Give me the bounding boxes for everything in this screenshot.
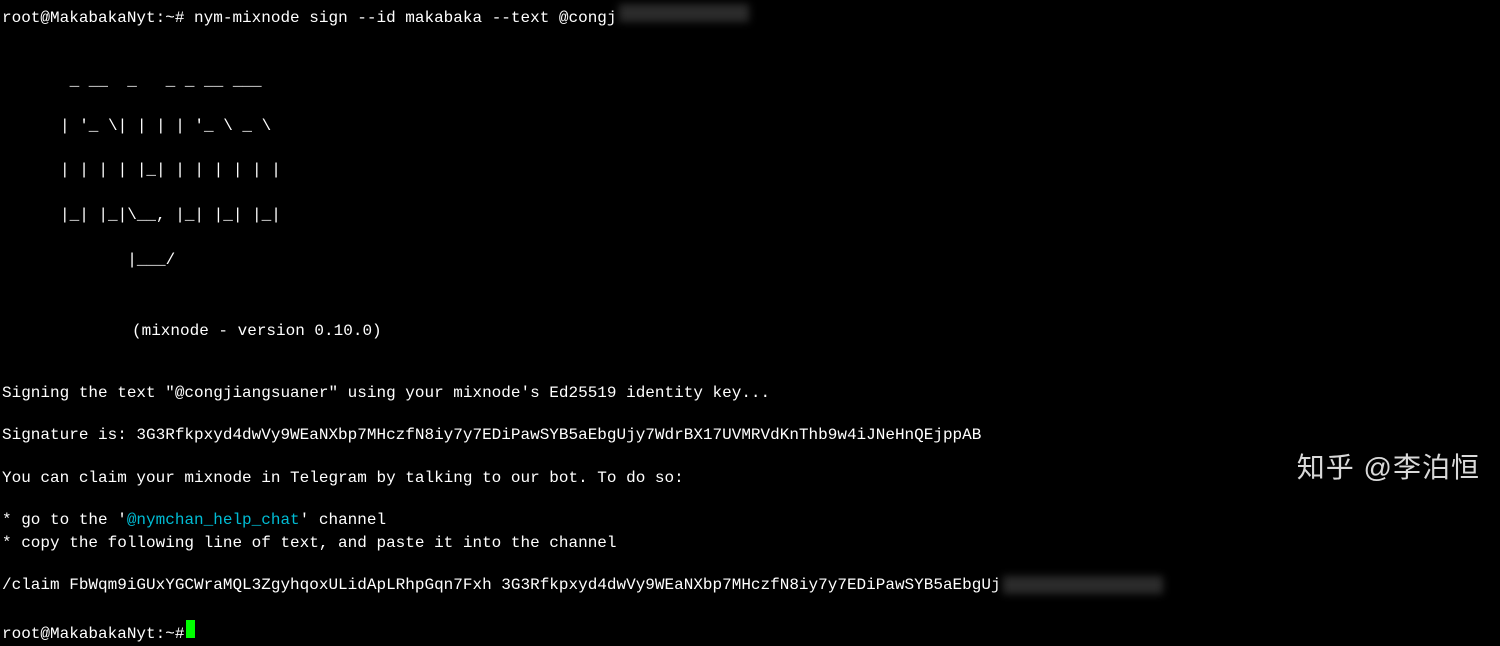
redacted-text-icon [619, 4, 749, 22]
ascii-line: |___/ [60, 249, 1498, 271]
ascii-art-logo: _ __ _ _ _ __ ___ | '_ \| | | | '_ \ _ \… [60, 47, 1498, 293]
prompt-line-2[interactable]: root@MakabakaNyt:~# [2, 620, 1498, 645]
command-text: nym-mixnode sign --id makabaka --text @c… [184, 7, 616, 29]
signature-label: Signature is: [2, 426, 136, 444]
prompt-sep: : [156, 623, 166, 645]
signing-status: Signing the text "@congjiangsuaner" usin… [2, 382, 1498, 404]
ascii-line: _ __ _ _ _ __ ___ [60, 70, 1498, 92]
bullet-copy-text: * copy the following line of text, and p… [2, 532, 1498, 554]
ascii-line: | | | | |_| | | | | | | [60, 159, 1498, 181]
signature-value: 3G3Rfkpxyd4dwVy9WEaNXbp7MHczfN8iy7y7EDiP… [136, 426, 981, 444]
signature-line: Signature is: 3G3Rfkpxyd4dwVy9WEaNXbp7MH… [2, 424, 1498, 446]
prompt-user-host: root@MakabakaNyt [2, 623, 156, 645]
bullet-prefix: * go to the ' [2, 511, 127, 529]
prompt-path: ~# [165, 7, 184, 29]
ascii-line: | '_ \| | | | '_ \ _ \ [60, 115, 1498, 137]
bullet-suffix: ' channel [300, 511, 386, 529]
prompt-line-1[interactable]: root@MakabakaNyt:~# nym-mixnode sign --i… [2, 4, 1498, 29]
prompt-path: ~# [165, 623, 184, 645]
claim-intro: You can claim your mixnode in Telegram b… [2, 467, 1498, 489]
bullet-goto-channel: * go to the '@nymchan_help_chat' channel [2, 509, 1498, 531]
prompt-user-host: root@MakabakaNyt [2, 7, 156, 29]
version-text: (mixnode - version 0.10.0) [132, 320, 1498, 342]
ascii-line: |_| |_|\__, |_| |_| |_| [60, 204, 1498, 226]
telegram-channel-link[interactable]: @nymchan_help_chat [127, 511, 300, 529]
claim-command-line: /claim FbWqm9iGUxYGCWraMQL3ZgyhqoxULidAp… [2, 574, 1498, 596]
cursor-icon [186, 620, 195, 638]
claim-command: /claim FbWqm9iGUxYGCWraMQL3ZgyhqoxULidAp… [2, 576, 1001, 594]
prompt-sep: : [156, 7, 166, 29]
redacted-text-icon [1003, 576, 1163, 594]
